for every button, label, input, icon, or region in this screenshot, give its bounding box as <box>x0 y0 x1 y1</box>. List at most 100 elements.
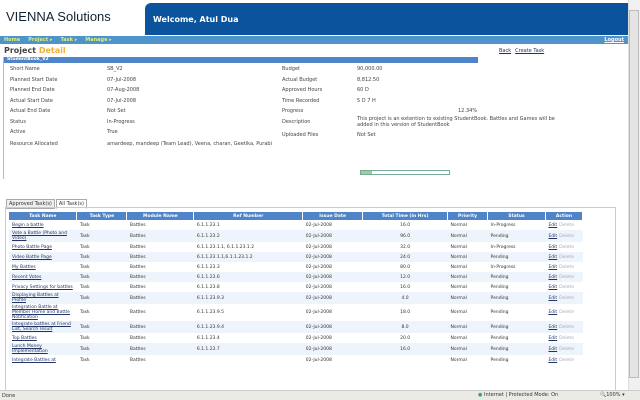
field-value: 8,812.50 <box>357 77 380 83</box>
logo: VIENNA Solutions <box>6 9 111 24</box>
task-name-link[interactable]: My Battles <box>9 262 77 272</box>
field-value: True <box>107 129 118 135</box>
edit-link[interactable]: Edit <box>548 336 557 341</box>
edit-link[interactable]: Edit <box>548 265 557 270</box>
field-label: Actual End Date <box>10 108 51 114</box>
table-cell: Battles <box>129 335 146 341</box>
table-cell: Pending <box>487 230 546 242</box>
table-cell: 20.0 <box>400 335 411 341</box>
table-cell: Pending <box>487 272 546 282</box>
table-cell: 02-Jul-2008 <box>305 284 332 290</box>
create-task-link[interactable]: Create Task <box>515 48 544 54</box>
action-cell: Edit Delete <box>545 242 582 252</box>
edit-link[interactable]: Edit <box>548 223 557 228</box>
task-name-link[interactable]: Top Battles <box>9 333 77 343</box>
table-cell: 02-Jul-2008 <box>305 357 332 363</box>
table-cell: 02-Jul-2008 <box>305 222 332 228</box>
column-header[interactable]: Action <box>545 212 584 220</box>
task-name-link[interactable]: Recent Votes <box>9 272 77 282</box>
table-cell: 8.0 <box>362 321 448 333</box>
delete-link[interactable]: Delete <box>559 275 574 280</box>
action-cell: Edit Delete <box>545 252 583 262</box>
edit-link[interactable]: Edit <box>548 358 557 363</box>
column-header[interactable]: Task Type <box>76 212 128 220</box>
column-header[interactable]: Total Time (in Hrs) <box>362 212 449 220</box>
nav-home[interactable]: Home <box>4 37 20 43</box>
delete-link[interactable]: Delete <box>559 296 574 301</box>
edit-link[interactable]: Edit <box>548 275 557 280</box>
table-cell: Battles <box>129 284 146 290</box>
scrollbar-thumb[interactable] <box>629 10 639 378</box>
table-cell: Normal <box>450 284 467 290</box>
delete-link[interactable]: Delete <box>559 265 574 270</box>
task-name-link[interactable]: Video Battle Page <box>9 252 77 262</box>
action-cell: Edit Delete <box>545 230 583 242</box>
task-name-link[interactable]: Integration Battle at Member Home and Ba… <box>9 304 77 321</box>
delete-link[interactable]: Delete <box>559 358 574 363</box>
task-name-link[interactable]: Displaying Battles at Profile <box>9 292 77 304</box>
edit-link[interactable]: Edit <box>548 245 557 250</box>
field-value: This project is an extention to existing… <box>357 116 555 128</box>
task-name-link[interactable]: Begin a battle <box>9 220 77 230</box>
zoom-text: 100% <box>606 392 621 398</box>
table-cell: Normal <box>450 357 467 363</box>
edit-link[interactable]: Edit <box>548 296 557 301</box>
table-cell: 02-Jul-2008 <box>305 264 332 270</box>
field-value: 5 D 7 H <box>357 98 376 104</box>
table-cell: Task <box>79 310 90 315</box>
delete-link[interactable]: Delete <box>559 234 574 239</box>
edit-link[interactable]: Edit <box>548 310 557 315</box>
delete-link[interactable]: Delete <box>559 325 574 330</box>
nav-project[interactable]: Project ▸ <box>28 37 52 43</box>
delete-link[interactable]: Delete <box>559 255 574 260</box>
column-header[interactable]: Ref Number <box>193 212 304 220</box>
nav-task[interactable]: Task ▸ <box>61 37 78 43</box>
task-name-link[interactable]: Integrate Battles at <box>9 355 77 365</box>
zoom-level[interactable]: 🔍100% ▾ <box>600 392 625 398</box>
delete-link[interactable]: Delete <box>559 310 574 315</box>
table-row: Top Battles Task Battles 6.1.1.23.4 02-Jul-2… <box>9 333 583 343</box>
table-cell: Pending <box>487 343 546 355</box>
delete-link[interactable]: Delete <box>559 347 574 352</box>
delete-link[interactable]: Delete <box>559 285 574 290</box>
edit-link[interactable]: Edit <box>548 325 557 330</box>
table-cell: Battles <box>129 310 146 315</box>
task-name-link[interactable]: Privacy Settings for battles <box>9 282 77 292</box>
task-name-link[interactable]: Lunch Money Implementation <box>9 343 77 355</box>
task-name-link[interactable]: Integrate battles at Friend List, Search… <box>9 321 77 333</box>
field-value: amardeep, mandeep (Team Lead), Veena, ch… <box>107 141 272 147</box>
table-cell: Battles <box>126 252 194 262</box>
table-cell: Task <box>79 264 90 270</box>
table-row: Integrate battles at Friend List, Search… <box>9 321 583 333</box>
column-header[interactable]: Module Name <box>126 212 195 220</box>
back-link[interactable]: Back <box>499 48 511 54</box>
edit-link[interactable]: Edit <box>548 347 557 352</box>
action-cell: Edit Delete <box>545 220 582 230</box>
table-cell: 24.0 <box>362 252 448 262</box>
delete-link[interactable]: Delete <box>559 245 574 250</box>
column-header[interactable]: Task Name <box>9 212 78 220</box>
field-value: In-Progress <box>107 119 135 125</box>
title-highlight: Detail <box>38 46 66 55</box>
table-cell: 80.0 <box>400 264 411 270</box>
task-name-link[interactable]: Vote a Battle (Photo and Video) <box>9 230 77 242</box>
delete-link[interactable]: Delete <box>559 336 574 341</box>
logout-link[interactable]: Logout <box>604 37 624 43</box>
nav-manage[interactable]: Manage ▸ <box>85 37 112 43</box>
column-header[interactable]: Priority <box>447 212 489 220</box>
edit-link[interactable]: Edit <box>548 255 557 260</box>
task-name-link[interactable]: Photo Battle Page <box>9 242 77 252</box>
table-row: Video Battle Page Task Battles 6.1.1.23.1.1… <box>9 252 583 262</box>
security-zone: ● Internet | Protected Mode: On <box>478 392 558 398</box>
edit-link[interactable]: Edit <box>548 285 557 290</box>
table-row: Lunch Money Implementation Task Battles 6.1… <box>9 343 583 355</box>
field-label: Actual Start Date <box>10 98 54 104</box>
column-header[interactable]: Status <box>487 212 546 220</box>
field-label: Actual Budget <box>282 77 318 83</box>
table-cell: Normal <box>447 292 488 304</box>
table-cell: Battles <box>129 264 146 270</box>
delete-link[interactable]: Delete <box>559 223 574 228</box>
edit-link[interactable]: Edit <box>548 234 557 239</box>
column-header[interactable]: Issue Date <box>302 212 364 220</box>
table-cell: 6.1.1.23.1 <box>196 222 220 228</box>
